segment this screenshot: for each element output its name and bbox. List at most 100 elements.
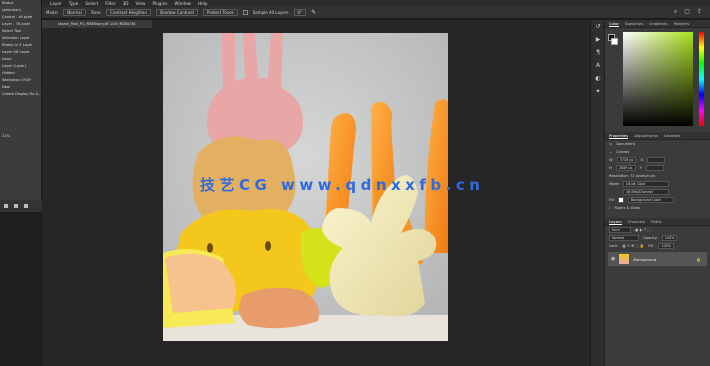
sample-all-checkbox[interactable]	[242, 10, 248, 15]
color-picker[interactable]	[605, 28, 710, 132]
history-row[interactable]: Layer - 76 pixel	[0, 21, 41, 28]
snapshot-icon[interactable]	[4, 204, 8, 208]
menu-item-3d[interactable]: 3D	[123, 1, 129, 6]
history-row[interactable]	[0, 119, 41, 126]
menu-item-layer[interactable]: Layer	[50, 1, 62, 6]
document-row: ▭ Document	[605, 140, 710, 148]
history-row[interactable]	[0, 126, 41, 133]
actions-icon[interactable]: ▶	[591, 33, 605, 46]
layer-thumbnail	[619, 254, 630, 264]
history-icon[interactable]: ↺	[591, 20, 605, 33]
layers-blend-row: Normal Opacity: 100%	[605, 234, 710, 242]
tab-properties[interactable]: Properties	[609, 132, 629, 139]
fill-swatch[interactable]	[617, 197, 624, 203]
history-row[interactable]: Stamp in 5 Layer	[0, 42, 41, 49]
menu-item-help[interactable]: Help	[198, 1, 208, 6]
protect-button[interactable]: Protect Tones	[203, 9, 238, 16]
document-tab[interactable]: stone_Teal_P1_RREStory.tif 100 (RGB/16)	[42, 20, 152, 28]
top-right-icons: ⌕ ▢ ⇪	[674, 8, 702, 16]
lock-icons[interactable]: ▦ ✎ ✥ ⬚ 🔒	[622, 242, 644, 250]
visibility-eye-icon[interactable]: ◉	[611, 256, 615, 262]
width-field[interactable]: 3716 px	[616, 157, 637, 163]
blend-mode-dropdown[interactable]: Normal	[609, 235, 639, 241]
y-field[interactable]	[645, 165, 664, 171]
background-swatch[interactable]	[611, 38, 618, 45]
search-icon[interactable]: ⌕	[674, 8, 677, 16]
resolution-row: Resolution: 72 pixels/inch	[609, 174, 655, 178]
tab-layers[interactable]: Layers	[609, 218, 622, 225]
menu-item-type[interactable]: Type	[69, 1, 79, 6]
workspace-icon[interactable]: ▢	[684, 8, 690, 16]
depth-dropdown[interactable]: 16 Bits/Channel	[623, 189, 669, 195]
tab-channels[interactable]: Channels	[628, 218, 646, 225]
height-field[interactable]: 2849 px	[615, 165, 636, 171]
canvas-label: Canvas	[616, 150, 630, 154]
history-row[interactable]	[0, 98, 41, 105]
history-row[interactable]: Level	[0, 56, 41, 63]
history-row[interactable]: Workshop / RGP	[0, 77, 41, 84]
x-field[interactable]	[646, 157, 665, 163]
canvas-section[interactable]: ⌄ Canvas	[605, 148, 710, 156]
menu-item-window[interactable]: Window	[174, 1, 191, 6]
options-bar: Mode: Normal Tone: Contrast Heighten Sha…	[0, 7, 710, 19]
paragraph-icon[interactable]: ¶	[591, 46, 605, 59]
history-row[interactable]: Layer (Layer)	[0, 63, 41, 70]
trash-icon[interactable]	[24, 204, 28, 208]
rulers-section[interactable]: › Rulers & Grids	[605, 204, 710, 212]
menu-bar: Layer Type Select Filter 3D View Plugins Window…	[0, 0, 710, 7]
tab-patterns[interactable]: Patterns	[674, 20, 690, 27]
opacity-label: Opacity:	[643, 236, 658, 240]
filter-icons[interactable]: ▣ ◐ T ⬚	[635, 226, 651, 234]
tab-paths[interactable]: Paths	[651, 218, 661, 225]
layer-fill-field[interactable]: 100%	[658, 243, 674, 249]
history-row[interactable]: New	[0, 84, 41, 91]
history-row[interactable]: Status	[0, 0, 41, 7]
mode-dropdown[interactable]: Normal	[63, 9, 86, 16]
history-row[interactable]: Hidden	[0, 70, 41, 77]
shadows-button[interactable]: Shadow Contrast	[155, 9, 199, 16]
history-row[interactable]: Create Display Fix A...	[0, 91, 41, 98]
history-row[interactable]: Select Tool	[0, 28, 41, 35]
brush-icon[interactable]: ✎	[311, 9, 316, 16]
menu-item-view[interactable]: View	[136, 1, 146, 6]
kind-dropdown[interactable]: Kind	[609, 227, 631, 233]
contrast-button[interactable]: Contrast Heighten	[106, 9, 151, 16]
layers-lock-row: Lock: ▦ ✎ ✥ ⬚ 🔒 Fill: 100%	[605, 242, 710, 250]
tab-color[interactable]: Color	[609, 20, 619, 27]
menu-item-plugins[interactable]: Plugins	[152, 1, 167, 6]
rulers-label: Rulers & Grids	[614, 206, 641, 210]
history-row[interactable]	[0, 105, 41, 112]
tab-gradients[interactable]: Gradients	[649, 20, 668, 27]
y-label: Y	[639, 166, 642, 170]
mode-dropdown[interactable]: 16-bit Color	[622, 181, 669, 187]
chevron-down-icon: ⌄	[609, 150, 613, 154]
adjust-icon[interactable]: ◐	[591, 72, 605, 85]
layer-row-background[interactable]: ◉ Background 🔒	[608, 252, 707, 266]
properties-panel-tabs: Properties Adjustments Libraries	[605, 132, 710, 140]
history-row[interactable]: Selection Layer	[0, 35, 41, 42]
tab-swatches[interactable]: Swatches	[625, 20, 643, 27]
menu-item-select[interactable]: Select	[85, 1, 98, 6]
path-icon[interactable]: ✦	[591, 85, 605, 98]
tab-adjustments[interactable]: Adjustments	[634, 132, 658, 139]
menu-item-filter[interactable]: Filter	[105, 1, 115, 6]
history-row[interactable]	[0, 112, 41, 119]
layers-panel-tabs: Layers Channels Paths	[605, 218, 710, 226]
color-field[interactable]	[623, 32, 693, 126]
share-icon[interactable]: ⇪	[697, 8, 702, 16]
hue-slider[interactable]	[699, 32, 704, 126]
opacity-field[interactable]: 100%	[661, 235, 678, 241]
fill-dropdown[interactable]: Background Color	[627, 197, 674, 203]
history-row[interactable]: 21%	[0, 133, 41, 140]
history-row[interactable]: Control - all pixel	[0, 14, 41, 21]
character-icon[interactable]: A	[591, 59, 605, 72]
layer-fill-label: Fill:	[648, 244, 655, 248]
new-doc-icon[interactable]	[14, 204, 18, 208]
tab-libraries[interactable]: Libraries	[664, 132, 680, 139]
fill-label: Fill	[609, 198, 614, 202]
history-row[interactable]: (selection)	[0, 7, 41, 14]
angle-field[interactable]: 0°	[293, 9, 307, 16]
h-label: H	[609, 166, 612, 170]
history-row[interactable]: Layer Off Layer	[0, 49, 41, 56]
layers-filter-row: Kind ▣ ◐ T ⬚	[605, 226, 710, 234]
